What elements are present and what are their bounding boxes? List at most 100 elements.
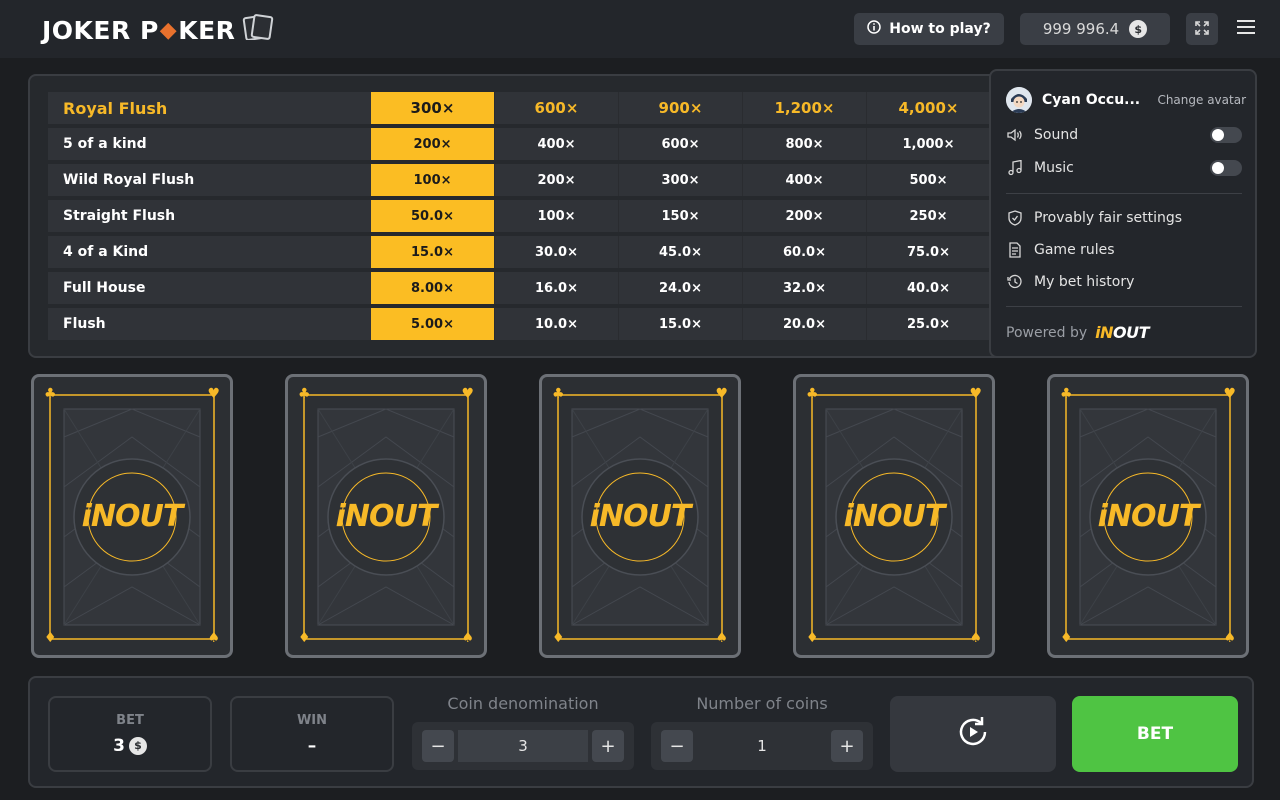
number-of-coins-control: Number of coins − 1 + <box>651 694 873 770</box>
shield-icon <box>1006 209 1024 227</box>
paytable-payout-cell: 45.0× <box>619 236 743 268</box>
bet-history-label: My bet history <box>1034 274 1135 290</box>
paytable-payout-cell: 900× <box>619 92 743 124</box>
paytable-hand-name: 4 of a Kind <box>63 244 149 260</box>
settings-menu: Cyan Occu... Change avatar Sound Music P… <box>989 69 1257 358</box>
sound-toggle[interactable] <box>1210 127 1242 143</box>
bet-control-bar: BET 3 $ WIN – Coin denomination − 3 + Nu… <box>28 676 1254 788</box>
menu-divider <box>1006 193 1242 194</box>
paytable-payout-cell: 15.0× <box>619 308 743 340</box>
bet-amount-box: BET 3 $ <box>48 696 212 772</box>
paytable-payout-cell: 50.0× <box>371 200 495 232</box>
game-logo: JOKER P ◆ KER <box>42 14 275 46</box>
paytable-payout-cell: 30.0× <box>495 236 619 268</box>
card-back[interactable]: ♣ ♥ ♦ ♠ iN OUT <box>285 374 487 658</box>
card-back[interactable]: ♣ ♥ ♦ ♠ iN OUT <box>539 374 741 658</box>
paytable-payout-cell: 40.0× <box>867 272 991 304</box>
fullscreen-button[interactable] <box>1186 13 1218 45</box>
paytable-payout-cell: 15.0× <box>371 236 495 268</box>
card-logo-part1: iN <box>589 498 624 534</box>
paytable-hand-name: Royal Flush <box>63 98 168 118</box>
menu-divider <box>1006 306 1242 307</box>
paytable-payout-cell: 16.0× <box>495 272 619 304</box>
paytable-payout-cell: 1,000× <box>867 128 991 160</box>
card-logo-part2: OUT <box>623 498 691 534</box>
avatar[interactable] <box>1006 87 1032 113</box>
coin-denomination-decrease-button[interactable]: − <box>422 730 454 762</box>
card-logo-part2: OUT <box>115 498 183 534</box>
number-of-coins-value[interactable]: 1 <box>697 730 827 762</box>
cards-icon <box>241 14 275 46</box>
music-label: Music <box>1034 160 1074 176</box>
coin-denomination-stepper: − 3 + <box>412 722 634 770</box>
info-icon <box>867 20 882 38</box>
hamburger-menu-button[interactable] <box>1234 16 1258 40</box>
bet-history-menu-item[interactable]: My bet history <box>1006 271 1242 293</box>
coin-denomination-increase-button[interactable]: + <box>592 730 624 762</box>
paytable-payout-cell: 60.0× <box>743 236 867 268</box>
inout-card-logo: iN OUT <box>796 377 992 655</box>
card-logo-part2: OUT <box>1131 498 1199 534</box>
paytable-payout-cell: 32.0× <box>743 272 867 304</box>
logo-diamond-icon: ◆ <box>159 17 178 43</box>
autoplay-icon <box>955 714 991 754</box>
autoplay-button[interactable] <box>890 696 1056 772</box>
card-logo-part1: iN <box>81 498 116 534</box>
top-header: JOKER P ◆ KER How to play? 999 996.4 $ <box>0 0 1280 58</box>
paytable-payout-cell: 800× <box>743 128 867 160</box>
win-amount-value: – <box>307 735 317 756</box>
paytable-payout-cell: 75.0× <box>867 236 991 268</box>
sound-setting: Sound <box>1006 124 1242 146</box>
paytable-payout-cell: 8.00× <box>371 272 495 304</box>
inout-card-logo: iN OUT <box>34 377 230 655</box>
logo-text-part2: KER <box>178 15 236 45</box>
user-name: Cyan Occu... <box>1042 92 1141 108</box>
game-rules-menu-item[interactable]: Game rules <box>1006 239 1242 261</box>
number-of-coins-stepper: − 1 + <box>651 722 873 770</box>
provably-fair-menu-item[interactable]: Provably fair settings <box>1006 207 1242 229</box>
currency-coin-icon: $ <box>1129 20 1148 38</box>
paytable-payout-cell: 200× <box>371 128 495 160</box>
how-to-play-button[interactable]: How to play? <box>854 13 1004 45</box>
balance-display: 999 996.4 $ <box>1020 13 1170 45</box>
sound-toggle-knob <box>1212 129 1224 141</box>
change-avatar-link[interactable]: Change avatar <box>1157 93 1246 107</box>
paytable-payout-cell: 100× <box>495 200 619 232</box>
provably-fair-label: Provably fair settings <box>1034 210 1183 226</box>
bet-amount-value: 3 <box>113 735 125 756</box>
paytable-payout-cell: 400× <box>743 164 867 196</box>
inout-card-logo: iN OUT <box>542 377 738 655</box>
music-setting: Music <box>1006 157 1242 179</box>
card-logo-part2: OUT <box>877 498 945 534</box>
coin-denomination-label: Coin denomination <box>447 694 599 713</box>
paytable-payout-cell: 150× <box>619 200 743 232</box>
card-logo-part1: iN <box>335 498 370 534</box>
logo-text-part1: JOKER P <box>42 15 159 45</box>
paytable-payout-cell: 200× <box>495 164 619 196</box>
number-of-coins-decrease-button[interactable]: − <box>661 730 693 762</box>
paytable-hand-name: 5 of a kind <box>63 136 147 152</box>
menu-user-row: Cyan Occu... Change avatar <box>1006 87 1246 113</box>
paytable-payout-cell: 20.0× <box>743 308 867 340</box>
inout-card-logo: iN OUT <box>288 377 484 655</box>
number-of-coins-increase-button[interactable]: + <box>831 730 863 762</box>
hamburger-icon <box>1237 19 1255 38</box>
paytable-payout-cell: 5.00× <box>371 308 495 340</box>
card-back[interactable]: ♣ ♥ ♦ ♠ iN OUT <box>1047 374 1249 658</box>
paytable-hand-name: Flush <box>63 316 106 332</box>
powered-by-label: Powered by <box>1006 324 1088 341</box>
speaker-icon <box>1006 126 1024 144</box>
currency-coin-icon: $ <box>128 736 147 755</box>
how-to-play-label: How to play? <box>889 21 991 37</box>
paytable-payout-cell: 300× <box>619 164 743 196</box>
card-logo-part1: iN <box>1097 498 1132 534</box>
bet-button[interactable]: BET <box>1072 696 1238 772</box>
card-back[interactable]: ♣ ♥ ♦ ♠ iN OUT <box>793 374 995 658</box>
coin-denomination-value[interactable]: 3 <box>458 730 588 762</box>
music-toggle[interactable] <box>1210 160 1242 176</box>
history-clock-icon <box>1006 273 1024 291</box>
paytable-payout-cell: 1,200× <box>743 92 867 124</box>
paytable-hand-name: Full House <box>63 280 146 296</box>
card-back[interactable]: ♣ ♥ ♦ ♠ iN OUT <box>31 374 233 658</box>
coin-denomination-control: Coin denomination − 3 + <box>412 694 634 770</box>
